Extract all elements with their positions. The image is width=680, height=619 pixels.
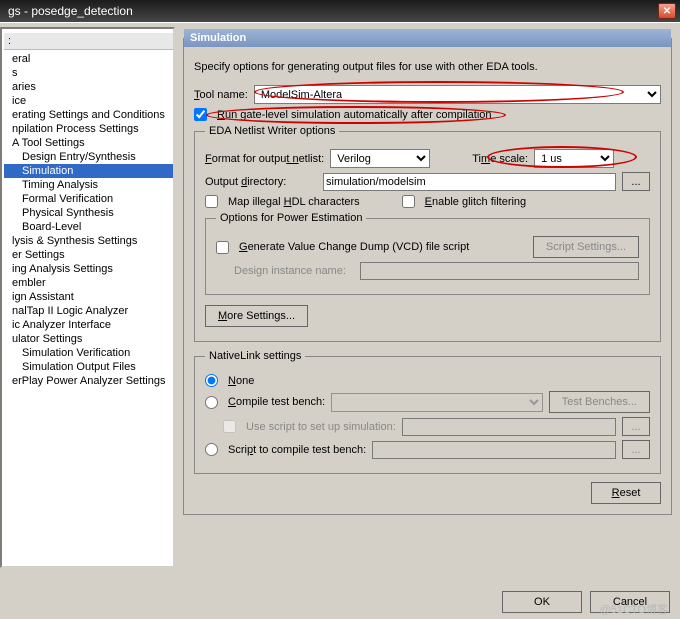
test-benches-button: Test Benches...: [549, 391, 650, 413]
map-hdl-checkbox[interactable]: [205, 195, 218, 208]
format-select[interactable]: Verilog: [330, 149, 430, 168]
run-gate-level-checkbox[interactable]: [194, 108, 207, 121]
tool-name-label: Tool name:: [194, 89, 248, 101]
use-script-input: [402, 418, 616, 436]
more-settings-button[interactable]: More Settings...: [205, 305, 308, 327]
tree-item[interactable]: ic Analyzer Interface: [4, 318, 173, 332]
tree-item[interactable]: er Settings: [4, 248, 173, 262]
tree-item[interactable]: ign Assistant: [4, 290, 173, 304]
run-gate-level-label: Run gate-level simulation automatically …: [217, 109, 492, 121]
tree-item[interactable]: Simulation: [4, 164, 173, 178]
tree-item[interactable]: Simulation Verification: [4, 346, 173, 360]
panel-title: Simulation: [184, 29, 671, 47]
ok-button[interactable]: OK: [502, 591, 582, 613]
tree-item[interactable]: Physical Synthesis: [4, 206, 173, 220]
watermark: @51CTO博客: [600, 601, 668, 617]
design-instance-input: [360, 262, 639, 280]
tool-name-select[interactable]: ModelSim-Altera: [254, 85, 661, 104]
titlebar: gs - posedge_detection ✕: [0, 0, 680, 22]
nativelink-none-radio[interactable]: [205, 374, 218, 387]
output-dir-input[interactable]: [323, 173, 616, 191]
close-icon[interactable]: ✕: [658, 3, 676, 19]
settings-panel: Simulation Specify options for generatin…: [177, 23, 680, 572]
tree-item[interactable]: eral: [4, 52, 173, 66]
timescale-select[interactable]: 1 us: [534, 149, 614, 168]
use-script-browse-button: ...: [622, 417, 650, 436]
tree-item[interactable]: aries: [4, 80, 173, 94]
reset-button[interactable]: Reset: [591, 482, 661, 504]
window-title: gs - posedge_detection: [4, 4, 658, 18]
script-compile-browse-button: ...: [622, 440, 650, 459]
map-hdl-label: Map illegal HDL characters: [228, 196, 360, 208]
category-tree[interactable]: : eralsariesiceerating Settings and Cond…: [0, 27, 175, 568]
output-dir-label: Output directory:: [205, 176, 317, 188]
tree-item[interactable]: ulator Settings: [4, 332, 173, 346]
script-compile-input: [372, 441, 616, 459]
tree-item[interactable]: ing Analysis Settings: [4, 262, 173, 276]
tree-item[interactable]: Formal Verification: [4, 192, 173, 206]
tree-item[interactable]: erPlay Power Analyzer Settings: [4, 374, 173, 388]
nativelink-none-label: None: [228, 375, 254, 387]
tree-item[interactable]: lysis & Synthesis Settings: [4, 234, 173, 248]
netlist-writer-group: EDA Netlist Writer options Format for ou…: [194, 125, 661, 342]
nativelink-group: NativeLink settings None Compile test be…: [194, 350, 661, 474]
format-label: Format for output netlist:: [205, 153, 324, 165]
glitch-checkbox[interactable]: [402, 195, 415, 208]
timescale-label: Time scale:: [472, 153, 528, 165]
tree-item[interactable]: Design Entry/Synthesis: [4, 150, 173, 164]
tree-item[interactable]: Timing Analysis: [4, 178, 173, 192]
use-script-checkbox: [223, 420, 236, 433]
use-script-label: Use script to set up simulation:: [246, 421, 396, 433]
tree-item[interactable]: erating Settings and Conditions: [4, 108, 173, 122]
compile-testbench-label: Compile test bench:: [228, 396, 325, 408]
tree-item[interactable]: nalTap II Logic Analyzer: [4, 304, 173, 318]
power-legend: Options for Power Estimation: [216, 212, 366, 224]
script-compile-label: Script to compile test bench:: [228, 444, 366, 456]
dialog-body: : eralsariesiceerating Settings and Cond…: [0, 22, 680, 572]
compile-testbench-radio[interactable]: [205, 396, 218, 409]
tree-item[interactable]: ice: [4, 94, 173, 108]
tree-item[interactable]: npilation Process Settings: [4, 122, 173, 136]
script-compile-radio[interactable]: [205, 443, 218, 456]
tree-item[interactable]: Board-Level: [4, 220, 173, 234]
tree-item[interactable]: s: [4, 66, 173, 80]
tree-item[interactable]: embler: [4, 276, 173, 290]
tree-item[interactable]: A Tool Settings: [4, 136, 173, 150]
tree-header: :: [4, 33, 173, 50]
nativelink-legend: NativeLink settings: [205, 350, 305, 362]
vcd-label: Generate Value Change Dump (VCD) file sc…: [239, 241, 469, 253]
glitch-label: Enable glitch filtering: [425, 196, 527, 208]
vcd-checkbox[interactable]: [216, 241, 229, 254]
power-estimation-group: Options for Power Estimation Generate Va…: [205, 212, 650, 295]
tree-item[interactable]: Simulation Output Files: [4, 360, 173, 374]
design-instance-label: Design instance name:: [234, 265, 354, 277]
simulation-group: Simulation Specify options for generatin…: [183, 29, 672, 515]
script-settings-button: Script Settings...: [533, 236, 639, 258]
netlist-legend: EDA Netlist Writer options: [205, 125, 339, 137]
compile-testbench-select: [331, 393, 543, 412]
browse-button[interactable]: ...: [622, 172, 650, 191]
panel-intro: Specify options for generating output fi…: [194, 61, 661, 73]
